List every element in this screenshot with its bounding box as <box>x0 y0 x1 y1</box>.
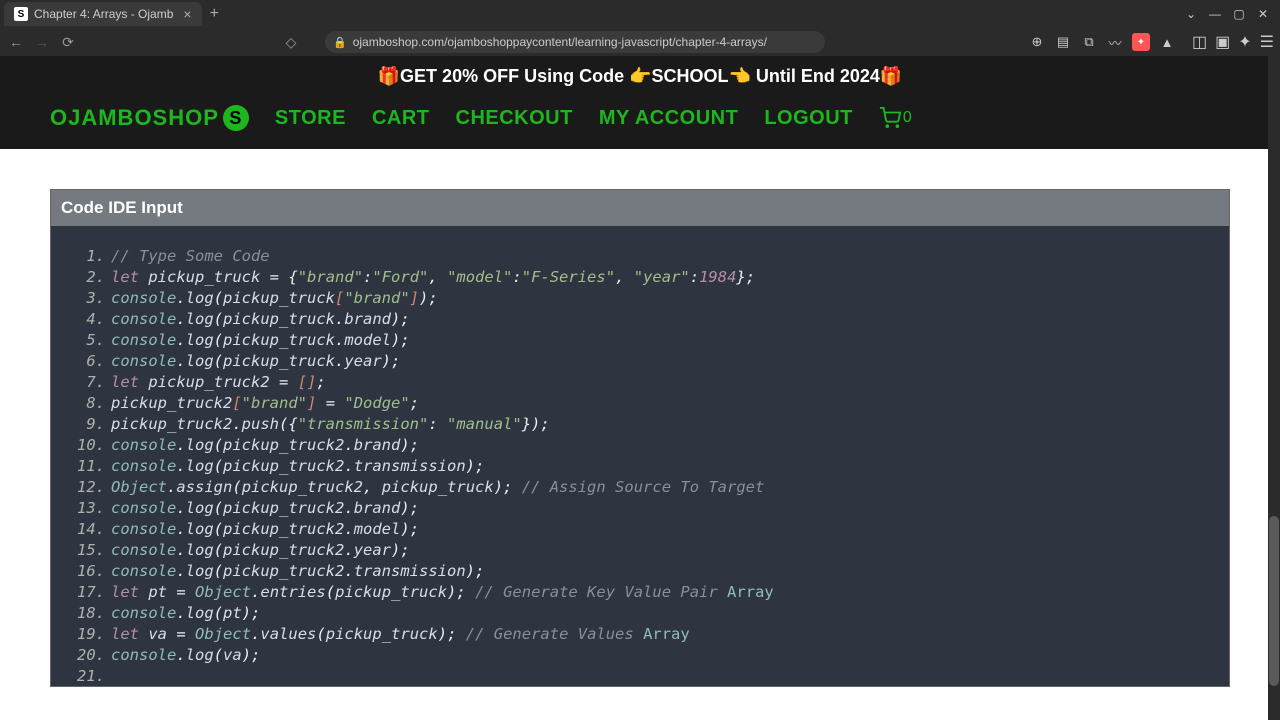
code-line: console.log(pt); <box>111 603 1219 624</box>
code-line: console.log(pickup_truck2.transmission); <box>111 561 1219 582</box>
code-line: Object.assign(pickup_truck2, pickup_truc… <box>111 477 1219 498</box>
vertical-scrollbar[interactable] <box>1268 56 1280 720</box>
code-line: console.log(pickup_truck.year); <box>111 351 1219 372</box>
reader-icon[interactable]: ▤ <box>1054 34 1072 50</box>
code-line: let pt = Object.entries(pickup_truck); /… <box>111 582 1219 603</box>
code-line: let va = Object.values(pickup_truck); //… <box>111 624 1219 645</box>
logo-text: OJAMBOSHOP <box>50 105 219 131</box>
panel-icon[interactable]: ▣ <box>1215 32 1230 52</box>
tab-strip: S Chapter 4: Arrays - Ojamb × + <box>4 2 227 26</box>
zoom-icon[interactable]: ⊕ <box>1028 34 1046 50</box>
close-window-button[interactable]: ✕ <box>1256 7 1270 21</box>
browser-toolbar: ← → ⟳ ◇ 🔒 ojamboshop.com/ojamboshoppayco… <box>0 28 1280 56</box>
url-bar[interactable]: 🔒 ojamboshop.com/ojamboshoppaycontent/le… <box>325 31 825 53</box>
nav-logout[interactable]: LOGOUT <box>764 107 853 130</box>
warning-icon[interactable]: ▲ <box>1158 35 1176 50</box>
sparkle-icon[interactable]: ✦ <box>1238 32 1251 52</box>
window-controls: ⌄ — ▢ ✕ <box>1184 7 1276 21</box>
new-tab-button[interactable]: + <box>202 5 227 23</box>
maximize-button[interactable]: ▢ <box>1232 7 1246 21</box>
bookmark-icon[interactable]: ◇ <box>281 32 301 52</box>
nav-myaccount[interactable]: MY ACCOUNT <box>599 107 738 130</box>
code-line: pickup_truck2["brand"] = "Dodge"; <box>111 393 1219 414</box>
dropdown-icon[interactable]: ⌄ <box>1184 7 1198 21</box>
logo-badge: S <box>223 105 249 131</box>
panel-title: Code IDE Input <box>51 190 1229 226</box>
reload-button[interactable]: ⟳ <box>58 32 78 52</box>
code-line: console.log(pickup_truck.brand); <box>111 309 1219 330</box>
shield-icon[interactable]: ✦ <box>1132 33 1150 51</box>
code-line: console.log(pickup_truck2.model); <box>111 519 1219 540</box>
nav-cart[interactable]: CART <box>372 107 430 130</box>
code-line: console.log(va); <box>111 645 1219 666</box>
share-icon[interactable]: ⧉ <box>1080 34 1098 50</box>
menu-icon[interactable]: ☰ <box>1260 32 1274 52</box>
promo-banner: 🎁GET 20% OFF Using Code 👉SCHOOL👈 Until E… <box>0 56 1280 97</box>
url-text: ojamboshop.com/ojamboshoppaycontent/lear… <box>353 35 767 49</box>
sidebar-icon[interactable]: ◫ <box>1192 32 1207 52</box>
tab-favicon: S <box>14 7 28 21</box>
page-content: 🎁GET 20% OFF Using Code 👉SCHOOL👈 Until E… <box>0 56 1280 720</box>
nav-store[interactable]: STORE <box>275 107 346 130</box>
tab-title: Chapter 4: Arrays - Ojamb <box>34 7 173 21</box>
cart-icon[interactable]: 0 <box>879 107 912 129</box>
code-line: console.log(pickup_truck2.brand); <box>111 498 1219 519</box>
browser-titlebar: S Chapter 4: Arrays - Ojamb × + ⌄ — ▢ ✕ <box>0 0 1280 28</box>
site-logo[interactable]: OJAMBOSHOP S <box>50 105 249 131</box>
code-line: let pickup_truck2 = []; <box>111 372 1219 393</box>
code-line: let pickup_truck = {"brand":"Ford", "mod… <box>111 267 1219 288</box>
code-line: // Type Some Code <box>111 246 1219 267</box>
rss-icon[interactable]: 〰 <box>1106 33 1124 52</box>
chrome-right-icons: ◫ ▣ ✦ ☰ <box>1182 32 1274 52</box>
code-editor[interactable]: // Type Some Codelet pickup_truck = {"br… <box>51 226 1229 686</box>
code-line: pickup_truck2.push({"transmission": "man… <box>111 414 1219 435</box>
lock-icon: 🔒 <box>333 36 347 49</box>
code-panel: Code IDE Input // Type Some Codelet pick… <box>50 189 1230 687</box>
code-line: console.log(pickup_truck2.brand); <box>111 435 1219 456</box>
code-line: console.log(pickup_truck2.transmission); <box>111 456 1219 477</box>
code-line: console.log(pickup_truck.model); <box>111 330 1219 351</box>
forward-button[interactable]: → <box>32 32 52 52</box>
toolbar-right-icons: ⊕ ▤ ⧉ 〰 ✦ ▲ <box>1028 33 1176 52</box>
close-tab-icon[interactable]: × <box>183 6 191 22</box>
scroll-thumb[interactable] <box>1269 516 1279 686</box>
site-navbar: OJAMBOSHOP S STORE CART CHECKOUT MY ACCO… <box>0 97 1280 149</box>
back-button[interactable]: ← <box>6 32 26 52</box>
code-line: console.log(pickup_truck["brand"]); <box>111 288 1219 309</box>
code-line: console.log(pickup_truck2.year); <box>111 540 1219 561</box>
browser-tab[interactable]: S Chapter 4: Arrays - Ojamb × <box>4 2 202 26</box>
cart-count: 0 <box>903 109 912 127</box>
nav-checkout[interactable]: CHECKOUT <box>456 107 573 130</box>
minimize-button[interactable]: — <box>1208 7 1222 21</box>
